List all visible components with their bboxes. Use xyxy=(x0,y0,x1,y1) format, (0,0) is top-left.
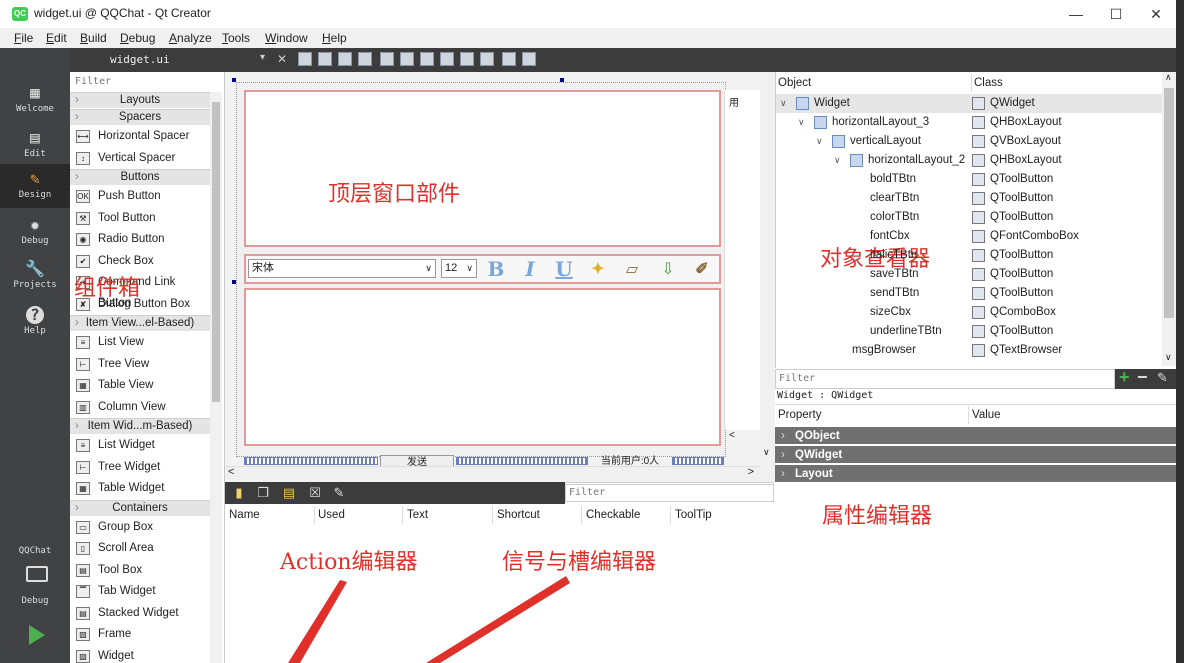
class-icon xyxy=(972,325,985,338)
class-name: QWidget xyxy=(972,94,1035,113)
layout-icon xyxy=(850,154,863,167)
object-tree-row[interactable]: italicTBtn QToolButton xyxy=(776,246,1162,265)
object-tree-row[interactable]: ∨ horizontalLayout_3 QHBoxLayout xyxy=(776,113,1162,132)
annotation-arrow xyxy=(426,576,570,663)
layout-icon xyxy=(814,116,827,129)
clear-button[interactable]: ✐ xyxy=(690,257,714,281)
class-icon xyxy=(972,230,985,243)
class-icon xyxy=(972,306,985,319)
object-name: italicTBtn xyxy=(870,249,918,261)
class-icon xyxy=(972,116,985,129)
class-name: QToolButton xyxy=(972,265,1053,284)
object-name: saveTBtn xyxy=(870,268,919,280)
save-button[interactable]: ▱ xyxy=(620,257,644,281)
class-name: QTextBrowser xyxy=(972,341,1062,360)
download-button[interactable]: ⇩ xyxy=(656,257,680,281)
bold-button[interactable]: B xyxy=(484,257,508,281)
object-tree-row[interactable]: boldTBtn QToolButton xyxy=(776,170,1162,189)
chevron-down-icon[interactable]: ∨ xyxy=(834,151,841,170)
class-icon xyxy=(972,268,985,281)
object-name: boldTBtn xyxy=(870,173,917,185)
object-name: horizontalLayout_3 xyxy=(832,116,930,128)
object-tree-row[interactable]: sizeCbx QComboBox xyxy=(776,303,1162,322)
class-name: QFontComboBox xyxy=(972,227,1079,246)
object-tree-row[interactable]: ∨ Widget QWidget xyxy=(776,94,1162,113)
object-tree-row[interactable]: sendTBtn QToolButton xyxy=(776,284,1162,303)
object-name: verticalLayout xyxy=(850,135,921,147)
class-name: QToolButton xyxy=(972,189,1053,208)
object-name: clearTBtn xyxy=(870,192,920,204)
object-name: fontCbx xyxy=(870,230,910,242)
chevron-down-icon[interactable]: ∨ xyxy=(780,94,787,113)
object-tree-row[interactable]: underlineTBtn QToolButton xyxy=(776,322,1162,341)
color-button[interactable]: ✦ xyxy=(586,257,610,281)
class-name: QHBoxLayout xyxy=(972,151,1062,170)
class-icon xyxy=(972,154,985,167)
object-name: sendTBtn xyxy=(870,287,920,299)
class-icon xyxy=(972,97,985,110)
class-name: QComboBox xyxy=(972,303,1056,322)
class-name: QToolButton xyxy=(972,170,1053,189)
underline-button[interactable]: U xyxy=(552,257,576,281)
object-tree-row[interactable]: fontCbx QFontComboBox xyxy=(776,227,1162,246)
class-name: QToolButton xyxy=(972,246,1053,265)
class-name: QHBoxLayout xyxy=(972,113,1062,132)
class-name: QToolButton xyxy=(972,322,1053,341)
object-name: msgBrowser xyxy=(852,344,916,356)
object-name: underlineTBtn xyxy=(870,325,942,337)
object-name: colorTBtn xyxy=(870,211,920,223)
layout-icon xyxy=(796,97,809,110)
chevron-down-icon[interactable]: ∨ xyxy=(816,132,823,151)
class-name: QToolButton xyxy=(972,284,1053,303)
class-icon xyxy=(972,249,985,262)
class-name: QVBoxLayout xyxy=(972,132,1061,151)
italic-button[interactable]: I xyxy=(518,257,542,281)
object-name: sizeCbx xyxy=(870,306,911,318)
object-tree-row[interactable]: saveTBtn QToolButton xyxy=(776,265,1162,284)
object-tree-row[interactable]: msgBrowser QTextBrowser xyxy=(776,341,1162,360)
class-icon xyxy=(972,192,985,205)
class-icon xyxy=(972,344,985,357)
class-icon xyxy=(972,173,985,186)
annotation-arrow xyxy=(288,580,347,663)
object-tree-row[interactable]: clearTBtn QToolButton xyxy=(776,189,1162,208)
object-tree-row[interactable]: ∨ horizontalLayout_2 QHBoxLayout xyxy=(776,151,1162,170)
class-icon xyxy=(972,135,985,148)
layout-icon xyxy=(832,135,845,148)
class-icon xyxy=(972,287,985,300)
class-name: QToolButton xyxy=(972,208,1053,227)
object-tree-row[interactable]: colorTBtn QToolButton xyxy=(776,208,1162,227)
object-name: horizontalLayout_2 xyxy=(868,154,966,166)
class-icon xyxy=(972,211,985,224)
chevron-down-icon[interactable]: ∨ xyxy=(798,113,805,132)
object-tree-row[interactable]: ∨ verticalLayout QVBoxLayout xyxy=(776,132,1162,151)
object-name: Widget xyxy=(814,97,850,109)
